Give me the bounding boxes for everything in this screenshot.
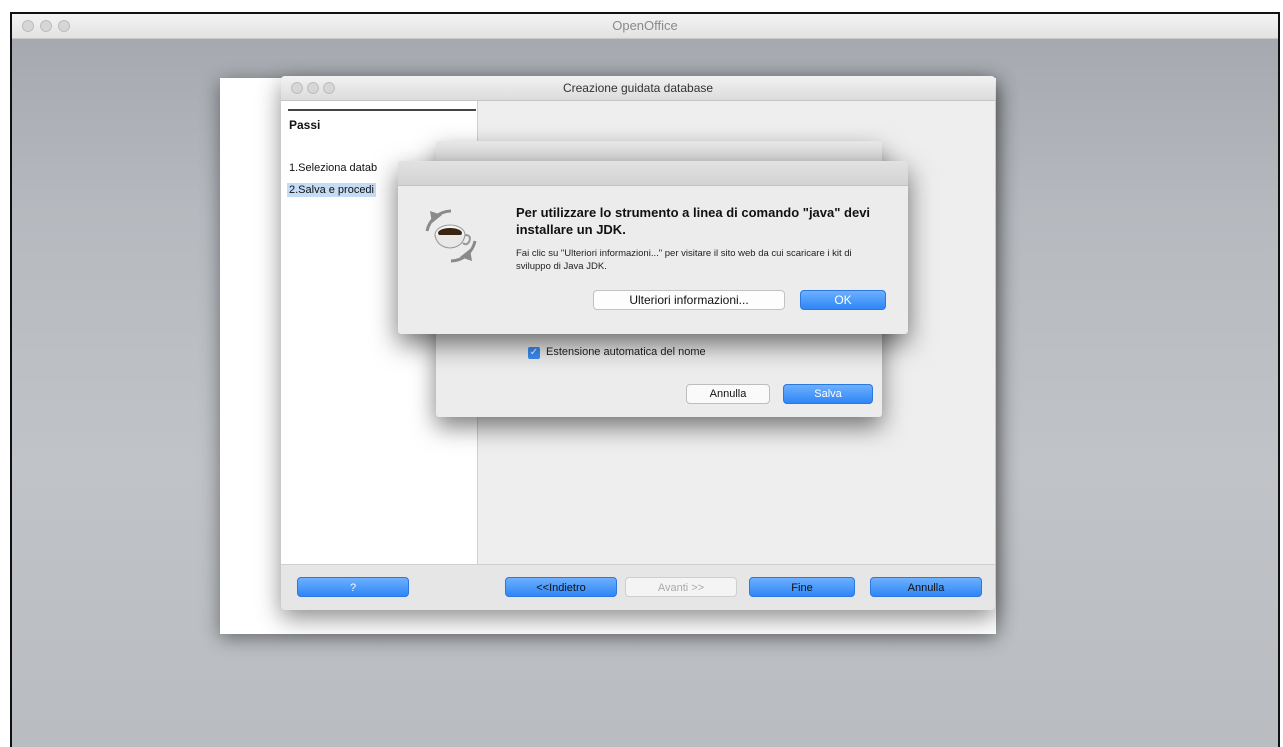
wizard-titlebar: Creazione guidata database [281, 76, 995, 101]
java-alert-dialog: Per utilizzare lo strumento a linea di c… [398, 161, 908, 334]
steps-heading: Passi [289, 118, 321, 132]
auto-extension-checkbox[interactable]: ✓ [528, 347, 540, 359]
step-item-select-database[interactable]: 1.Seleziona datab [289, 162, 377, 174]
java-coffee-icon [425, 209, 477, 263]
help-button[interactable]: ? [297, 577, 409, 597]
window-title: OpenOffice [612, 18, 678, 33]
save-cancel-button[interactable]: Annulla [686, 384, 770, 404]
back-button[interactable]: <<Indietro [505, 577, 617, 597]
alert-body-text: Fai clic su "Ulteriori informazioni..." … [516, 248, 852, 272]
main-titlebar: OpenOffice [12, 14, 1278, 39]
ok-button[interactable]: OK [800, 290, 886, 310]
auto-extension-label: Estensione automatica del nome [546, 346, 706, 358]
save-button[interactable]: Salva [783, 384, 873, 404]
finish-button[interactable]: Fine [749, 577, 855, 597]
wizard-title: Creazione guidata database [562, 81, 714, 95]
alert-titlebar [398, 161, 908, 186]
alert-heading: Per utilizzare lo strumento a linea di c… [516, 205, 871, 237]
steps-divider [288, 109, 476, 111]
wizard-cancel-button[interactable]: Annulla [870, 577, 982, 597]
next-button[interactable]: Avanti >> [625, 577, 737, 597]
more-info-button[interactable]: Ulteriori informazioni... [593, 290, 785, 310]
step-item-save-proceed[interactable]: 2.Salva e procedi [287, 183, 376, 197]
wizard-footer: ? <<Indietro Avanti >> Fine Annulla [281, 564, 995, 610]
